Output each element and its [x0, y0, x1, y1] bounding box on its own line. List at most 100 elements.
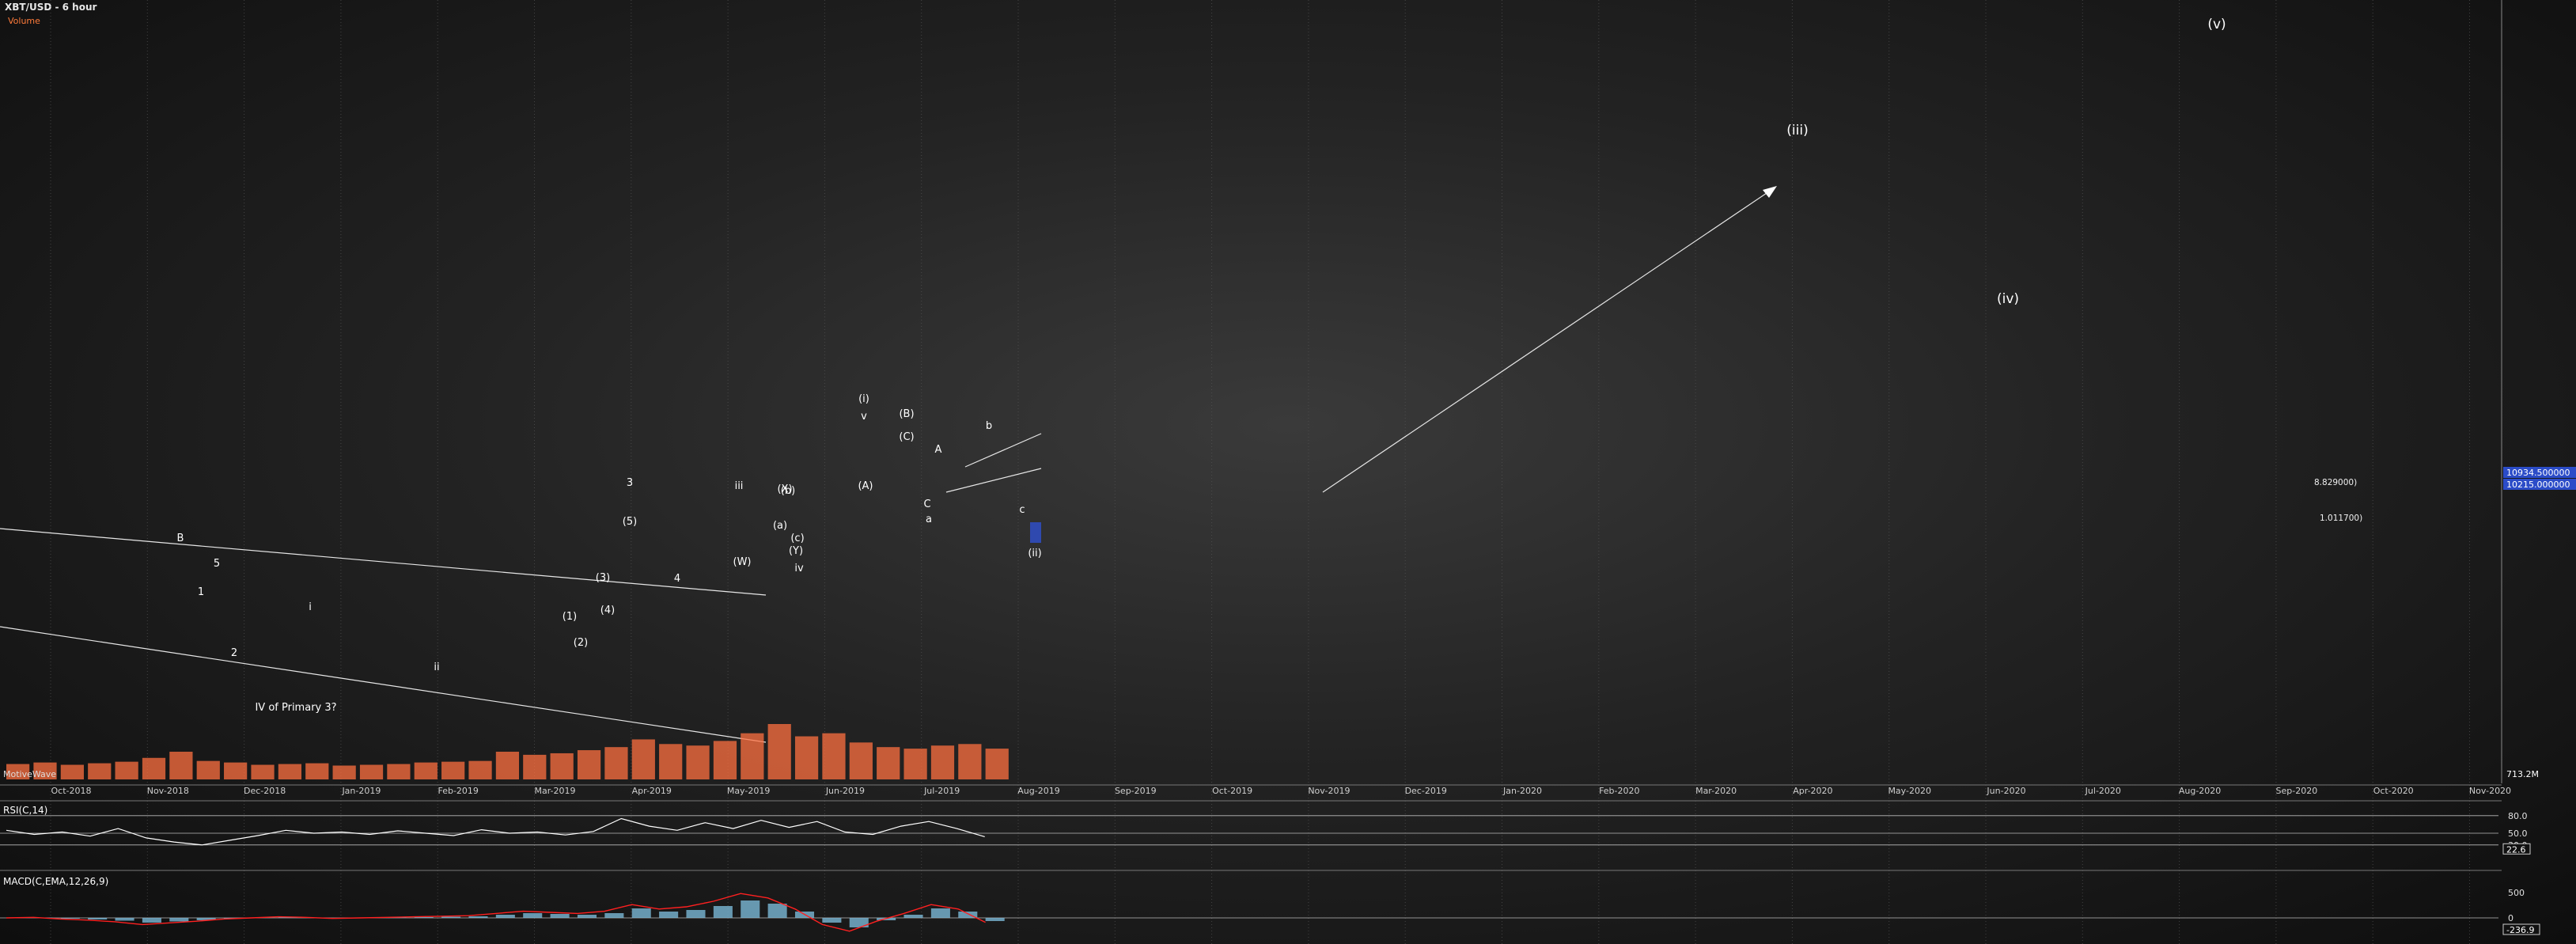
x-tick-label: Jun-2019 [825, 786, 865, 796]
macd-hist-bar [577, 915, 597, 918]
wave-label: v [861, 411, 867, 423]
macd-hist-bar [686, 910, 706, 918]
grid-lines [50, 0, 2470, 944]
chart-window: XBT/USD - 6 hour Volume 0.0%(12170.00000… [0, 0, 2576, 944]
wave-label: (A) [858, 480, 873, 492]
macd-last-value: -236.9 [2506, 925, 2534, 935]
rsi-panel: RSI(C,14)80.050.030.022.6 [0, 800, 2531, 855]
x-tick-label: Sep-2020 [2276, 786, 2318, 796]
volume-bar [550, 753, 574, 779]
wave-label: (4) [600, 605, 615, 616]
volume-bar [278, 764, 302, 779]
wave-label: ii [434, 662, 439, 673]
wave-label: a [926, 514, 932, 525]
arrowhead [1763, 186, 1777, 198]
volume-bar [794, 736, 819, 779]
fibonacci-levels: 0.0%(12170.000000)38.2%(11393.856000)61.… [2314, 478, 2362, 523]
macd-hist-bar [903, 915, 923, 918]
projection-arrow [1322, 191, 1770, 493]
wave-label: 1 [198, 586, 204, 598]
time-axis: Oct-2018 Nov-2018 Dec-2018 Jan-2019 Feb-2019… [0, 784, 2511, 796]
wave-label: (B) [899, 408, 914, 420]
macd-hist-bar [441, 916, 461, 918]
wave-label: (Y) [789, 545, 803, 557]
wave-label: (X) [777, 483, 792, 495]
wave-label: c [1019, 504, 1025, 516]
current-price-label: 10934.500000 [2506, 468, 2570, 478]
volume-bar [985, 749, 1009, 779]
target-box [1030, 522, 1041, 543]
wave-label: (iii) [1786, 123, 1808, 138]
channel-line [0, 528, 767, 596]
macd-hist-bar [604, 913, 624, 918]
macd-line [6, 893, 986, 932]
macd-hist-bar [659, 912, 679, 918]
macd-hist-bar [88, 918, 108, 919]
channel-line [0, 626, 767, 743]
macd-hist-bar [468, 916, 488, 918]
volume-bar [686, 745, 710, 779]
x-tick-label: Jun-2020 [1986, 786, 2025, 796]
macd-hist-bar [985, 918, 1005, 921]
rsi-last-value: 22.6 [2506, 844, 2526, 855]
x-tick-label: Nov-2018 [147, 786, 189, 796]
volume-bar [414, 762, 438, 779]
volume-bar [332, 765, 356, 779]
volume-bar [523, 754, 547, 779]
macd-hist-bar [822, 918, 842, 923]
volume-bar [88, 763, 112, 779]
wave-label: IV of Primary 3? [255, 702, 336, 714]
macd-hist-bar [523, 913, 543, 918]
x-tick-label: Aug-2020 [2179, 786, 2221, 796]
volume-bar [468, 760, 492, 779]
wave-label: 5 [214, 558, 220, 570]
volume-bar [196, 760, 220, 779]
macd-label: MACD(C,EMA,12,26,9) [3, 876, 108, 887]
volume-bar [903, 749, 927, 779]
wave-labels: B12(i)(ii)(iii)(iv)(v)iiiiiiivvabc345(1)… [177, 17, 2226, 714]
price-axis: 110000.000000100000.00000091000.00000083… [2501, 0, 2576, 783]
rsi-level-label: 50.0 [2508, 828, 2528, 839]
x-tick-label: Jul-2020 [2085, 786, 2121, 796]
volume-bars: MotiveWave [3, 724, 1009, 779]
macd-panel: MACD(C,EMA,12,26,9) 500 0 -236.9 [0, 870, 2540, 935]
macd-level-label: 500 [2508, 888, 2525, 898]
volume-bar [604, 747, 628, 779]
wave-label: iv [794, 563, 804, 574]
current-price-label: 10215.000000 [2506, 480, 2570, 490]
fib-fragment-label: 8.829000) [2314, 478, 2357, 487]
volume-bar [741, 733, 764, 779]
indicator-label: MotiveWave [3, 769, 56, 779]
volume-bar [822, 733, 846, 779]
volume-bar [495, 752, 520, 779]
wave-label: C [923, 499, 930, 510]
wave-label: (a) [773, 520, 787, 532]
macd-hist-bar [142, 918, 161, 923]
volume-bar [849, 742, 873, 779]
rsi-label: RSI(C,14) [3, 805, 47, 816]
wave-label: 4 [674, 573, 680, 585]
x-tick-label: Apr-2020 [1793, 786, 1832, 796]
wave-label: (i) [858, 393, 869, 405]
volume-bar [142, 757, 166, 779]
macd-hist-bar [741, 900, 760, 918]
volume-bar [60, 764, 84, 779]
x-tick-label: Jan-2019 [341, 786, 381, 796]
x-tick-label: May-2020 [1888, 786, 1931, 796]
wave-label: (ii) [1028, 548, 1041, 559]
price-chart[interactable]: 0.0%(12170.000000)38.2%(11393.856000)61.… [0, 0, 2576, 944]
volume-bar [251, 764, 275, 779]
wave-label: (C) [899, 431, 914, 443]
wave-label: (5) [623, 516, 637, 528]
volume-bar [169, 752, 193, 779]
x-tick-label: May-2019 [727, 786, 771, 796]
trend-channels [0, 186, 1777, 743]
x-tick-label: Feb-2019 [438, 786, 478, 796]
macd-hist-bar [495, 915, 515, 918]
wave-label: (1) [563, 611, 577, 623]
rsi-level-label: 80.0 [2508, 811, 2528, 821]
x-tick-label: Jan-2020 [1502, 786, 1542, 796]
wave-label: i [309, 601, 312, 613]
rsi-line [6, 817, 985, 846]
x-tick-label: Feb-2020 [1599, 786, 1639, 796]
